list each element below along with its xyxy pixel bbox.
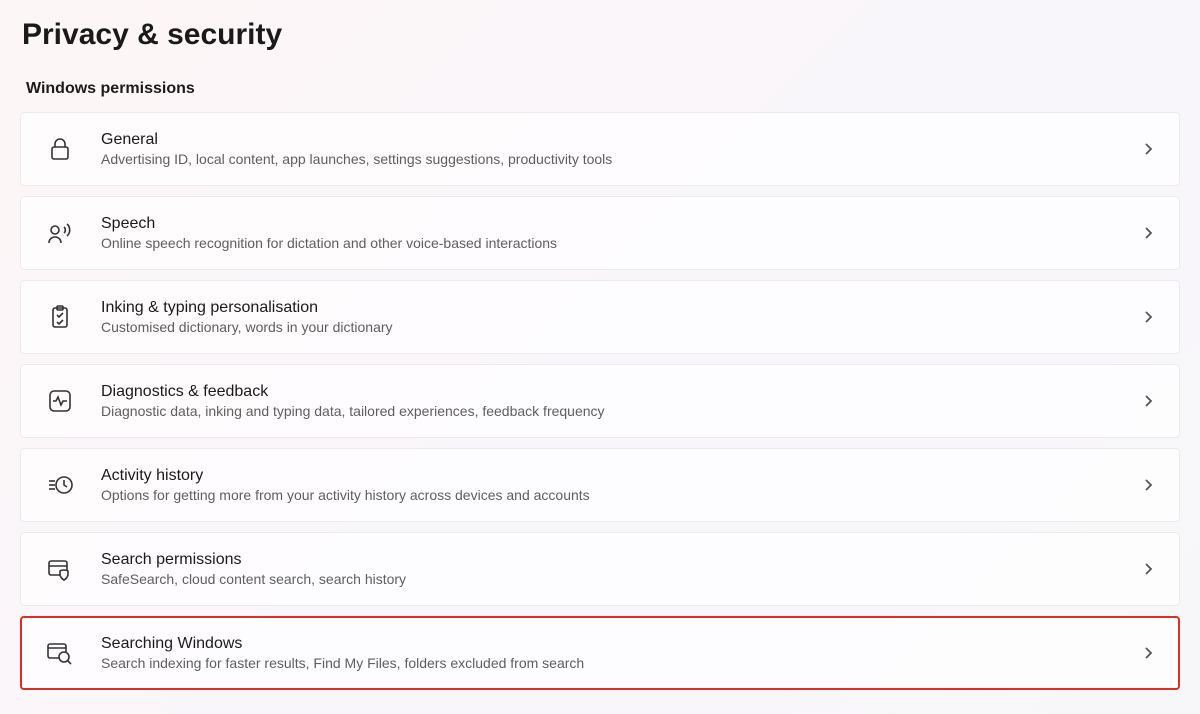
diagnostics-icon (45, 386, 75, 416)
speech-icon (45, 218, 75, 248)
chevron-right-icon (1141, 394, 1155, 408)
item-title: Activity history (101, 467, 1141, 485)
settings-item-speech[interactable]: Speech Online speech recognition for dic… (20, 196, 1180, 270)
lock-icon (45, 134, 75, 164)
item-description: Diagnostic data, inking and typing data,… (101, 403, 1141, 419)
section-header: Windows permissions (26, 80, 1180, 98)
item-title: Inking & typing personalisation (101, 299, 1141, 317)
settings-item-inking[interactable]: Inking & typing personalisation Customis… (20, 280, 1180, 354)
item-title: Searching Windows (101, 635, 1141, 653)
history-icon (45, 470, 75, 500)
item-description: Search indexing for faster results, Find… (101, 655, 1141, 671)
item-title: Speech (101, 215, 1141, 233)
settings-item-diagnostics[interactable]: Diagnostics & feedback Diagnostic data, … (20, 364, 1180, 438)
settings-item-general[interactable]: General Advertising ID, local content, a… (20, 112, 1180, 186)
clipboard-icon (45, 302, 75, 332)
item-title: General (101, 131, 1141, 149)
settings-item-searching-windows[interactable]: Searching Windows Search indexing for fa… (20, 616, 1180, 690)
item-description: Advertising ID, local content, app launc… (101, 151, 1141, 167)
settings-item-activity-history[interactable]: Activity history Options for getting mor… (20, 448, 1180, 522)
item-description: Online speech recognition for dictation … (101, 235, 1141, 251)
chevron-right-icon (1141, 310, 1155, 324)
chevron-right-icon (1141, 226, 1155, 240)
chevron-right-icon (1141, 562, 1155, 576)
item-description: Customised dictionary, words in your dic… (101, 319, 1141, 335)
search-window-icon (45, 638, 75, 668)
shield-card-icon (45, 554, 75, 584)
settings-item-search-permissions[interactable]: Search permissions SafeSearch, cloud con… (20, 532, 1180, 606)
item-description: SafeSearch, cloud content search, search… (101, 571, 1141, 587)
chevron-right-icon (1141, 646, 1155, 660)
page-title: Privacy & security (22, 18, 1180, 52)
item-description: Options for getting more from your activ… (101, 487, 1141, 503)
item-title: Search permissions (101, 551, 1141, 569)
chevron-right-icon (1141, 478, 1155, 492)
settings-list: General Advertising ID, local content, a… (20, 112, 1180, 690)
item-title: Diagnostics & feedback (101, 383, 1141, 401)
chevron-right-icon (1141, 142, 1155, 156)
